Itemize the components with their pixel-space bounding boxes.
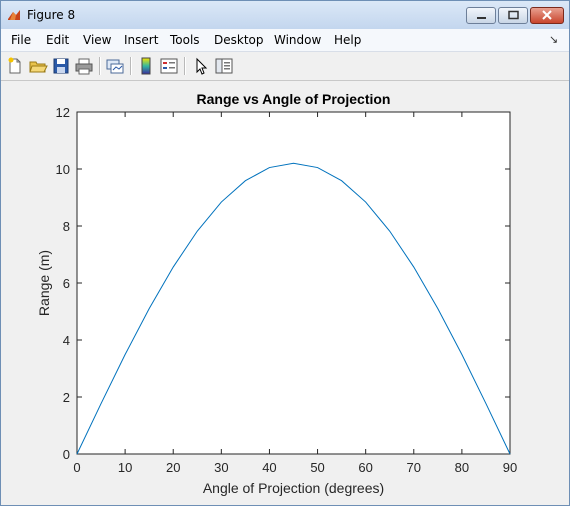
title-bar[interactable]: Figure 8 [1,1,569,29]
toolbar-separator [130,57,132,75]
legend-icon[interactable] [159,56,179,76]
y-axis-label: Range (m) [36,250,52,316]
menu-edit[interactable]: Edit [46,33,69,47]
y-tick-label: 2 [63,390,70,405]
window-title: Figure 8 [27,8,76,22]
new-figure-icon[interactable] [5,56,25,76]
close-button[interactable] [530,7,564,24]
menu-help[interactable]: Help [334,33,361,47]
property-inspector-icon[interactable] [214,56,234,76]
x-tick-label: 60 [358,460,372,475]
menu-tools[interactable]: Tools [170,33,200,47]
toolbar-separator [99,57,101,75]
x-tick-label: 10 [118,460,132,475]
x-tick-label: 20 [166,460,180,475]
x-tick-label: 50 [310,460,324,475]
x-tick-label: 70 [407,460,421,475]
y-tick-label: 6 [63,276,70,291]
figure-window: Figure 8 File Edit View Insert Tools Des… [0,0,570,506]
minimize-button[interactable] [466,7,496,24]
maximize-button[interactable] [498,7,528,24]
edit-plot-pointer-icon[interactable] [191,56,211,76]
menu-desktop[interactable]: Desktop [214,33,264,47]
x-tick-label: 30 [214,460,228,475]
y-tick-label: 0 [63,447,70,462]
menu-view[interactable]: View [83,33,111,47]
y-tick-label: 8 [63,219,70,234]
x-tick-label: 0 [73,460,80,475]
figure-canvas: 0 10 20 30 40 50 60 70 80 90 0 2 4 6 8 10 12 Range vs Ang… [1,81,569,505]
x-tick-label: 90 [503,460,517,475]
toolbar-separator [184,57,186,75]
menu-bar: File Edit View Insert Tools Desktop Wind… [1,29,569,52]
y-tick-label: 4 [63,333,70,348]
save-icon[interactable] [51,56,71,76]
matlab-icon [7,8,21,22]
open-folder-icon[interactable] [28,56,48,76]
range-angle-chart: 0 10 20 30 40 50 60 70 80 90 0 2 4 6 8 10 12 Range vs Ang… [36,91,517,496]
dock-arrow-icon[interactable]: ↘ [549,33,558,46]
x-axis-label: Angle of Projection (degrees) [203,480,384,496]
chart-title: Range vs Angle of Projection [197,91,391,107]
figure-toolbar [1,52,569,81]
y-tick-label: 12 [56,105,70,120]
x-tick-label: 40 [262,460,276,475]
menu-file[interactable]: File [11,33,31,47]
menu-insert[interactable]: Insert [124,33,158,47]
print-icon[interactable] [74,56,94,76]
x-tick-label: 80 [455,460,469,475]
link-plot-icon[interactable] [105,56,125,76]
colorbar-icon[interactable] [136,56,156,76]
menu-window[interactable]: Window [274,33,321,47]
y-tick-label: 10 [56,162,70,177]
